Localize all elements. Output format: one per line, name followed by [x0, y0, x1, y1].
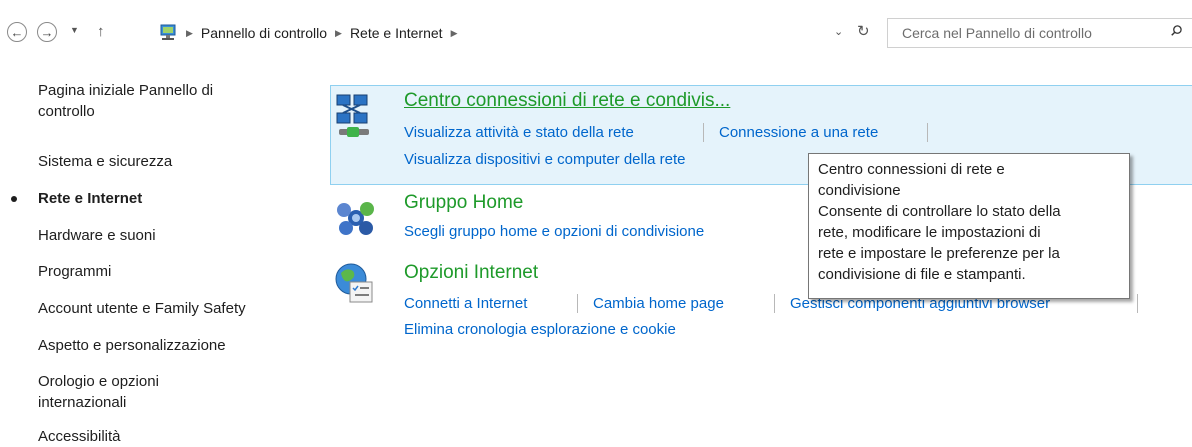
breadcrumb-separator-icon: ▶: [335, 27, 342, 38]
search-input[interactable]: Cerca nel Pannello di controllo: [887, 18, 1192, 48]
breadcrumb-separator-icon[interactable]: ▶: [451, 28, 458, 39]
view-network-devices-link[interactable]: Visualizza dispositivi e computer della …: [404, 151, 686, 168]
sidebar-item-programs[interactable]: Programmi: [38, 261, 111, 282]
control-panel-icon: [158, 24, 178, 42]
tooltip-line: rete, modificare le impostazioni di: [818, 224, 1041, 241]
current-item-bullet-icon: [11, 196, 17, 202]
homegroup-icon[interactable]: [334, 196, 378, 240]
task-divider: [703, 123, 704, 142]
sidebar-item-clock-region[interactable]: Orologio e opzioni internazionali: [38, 371, 159, 413]
sidebar-item-user-accounts[interactable]: Account utente e Family Safety: [38, 298, 246, 319]
sidebar-item-system-security[interactable]: Sistema e sicurezza: [38, 151, 172, 172]
address-dropdown-chevron-down-icon[interactable]: ⌄: [834, 27, 843, 38]
task-divider: [577, 294, 578, 313]
view-network-status-link[interactable]: Visualizza attività e stato della rete: [404, 124, 634, 141]
sidebar-item-home[interactable]: Pagina iniziale Pannello di controllo: [38, 80, 213, 122]
back-arrow-icon: ←: [10, 24, 24, 40]
sidebar-item-network-internet: Rete e Internet: [11, 188, 143, 209]
delete-browsing-history-link[interactable]: Elimina cronologia esplorazione e cookie: [404, 321, 676, 338]
task-divider: [774, 294, 775, 313]
homegroup-title-link[interactable]: Gruppo Home: [404, 192, 523, 214]
recent-locations-chevron-down-icon[interactable]: ▼: [70, 26, 79, 35]
tooltip: Centro connessioni di rete e condivision…: [808, 153, 1130, 299]
address-bar[interactable]: ▶ Pannello di controllo ▶ Rete e Interne…: [158, 20, 874, 46]
breadcrumb-separator-icon: ▶: [186, 27, 193, 38]
internet-options-icon[interactable]: [333, 261, 377, 305]
tooltip-line: Consente di controllare lo stato della: [818, 203, 1061, 220]
sidebar-item-hardware-sound[interactable]: Hardware e suoni: [38, 225, 156, 246]
up-arrow-icon[interactable]: ↑: [97, 24, 105, 39]
sidebar-clock-line-2: internazionali: [38, 394, 127, 411]
breadcrumb-network-internet[interactable]: Rete e Internet: [350, 25, 443, 41]
task-divider: [927, 123, 928, 142]
forward-arrow-icon: →: [40, 24, 54, 40]
sidebar-home-line-2: controllo: [38, 103, 95, 120]
sidebar-item-label: Rete e Internet: [38, 190, 143, 207]
breadcrumb-control-panel[interactable]: Pannello di controllo: [201, 25, 327, 41]
task-divider: [1137, 294, 1138, 313]
sidebar-clock-line-1: Orologio e opzioni: [38, 373, 159, 390]
sidebar-home-line-1: Pagina iniziale Pannello di: [38, 82, 214, 99]
refresh-icon[interactable]: ↻: [857, 24, 870, 39]
connect-to-internet-link[interactable]: Connetti a Internet: [404, 295, 527, 312]
connect-to-network-link[interactable]: Connessione a una rete: [719, 124, 878, 141]
tooltip-line: Centro connessioni di rete e: [818, 161, 1005, 178]
internet-options-title-link[interactable]: Opzioni Internet: [404, 262, 538, 284]
tooltip-line: condivisione di file e stampanti.: [818, 266, 1026, 283]
back-button[interactable]: ←: [7, 22, 27, 42]
tooltip-line: condivisione: [818, 182, 901, 199]
network-center-icon[interactable]: [333, 91, 377, 143]
search-icon[interactable]: [1171, 25, 1182, 36]
change-home-page-link[interactable]: Cambia home page: [593, 295, 724, 312]
sidebar-item-appearance[interactable]: Aspetto e personalizzazione: [38, 335, 226, 356]
sidebar-item-accessibility[interactable]: Accessibilità: [38, 426, 121, 447]
search-placeholder: Cerca nel Pannello di controllo: [902, 25, 1092, 41]
homegroup-sharing-options-link[interactable]: Scegli gruppo home e opzioni di condivis…: [404, 223, 704, 240]
network-center-title-link[interactable]: Centro connessioni di rete e condivis...: [404, 90, 730, 112]
tooltip-line: rete e impostare le preferenze per la: [818, 245, 1060, 262]
forward-button[interactable]: →: [37, 22, 57, 42]
